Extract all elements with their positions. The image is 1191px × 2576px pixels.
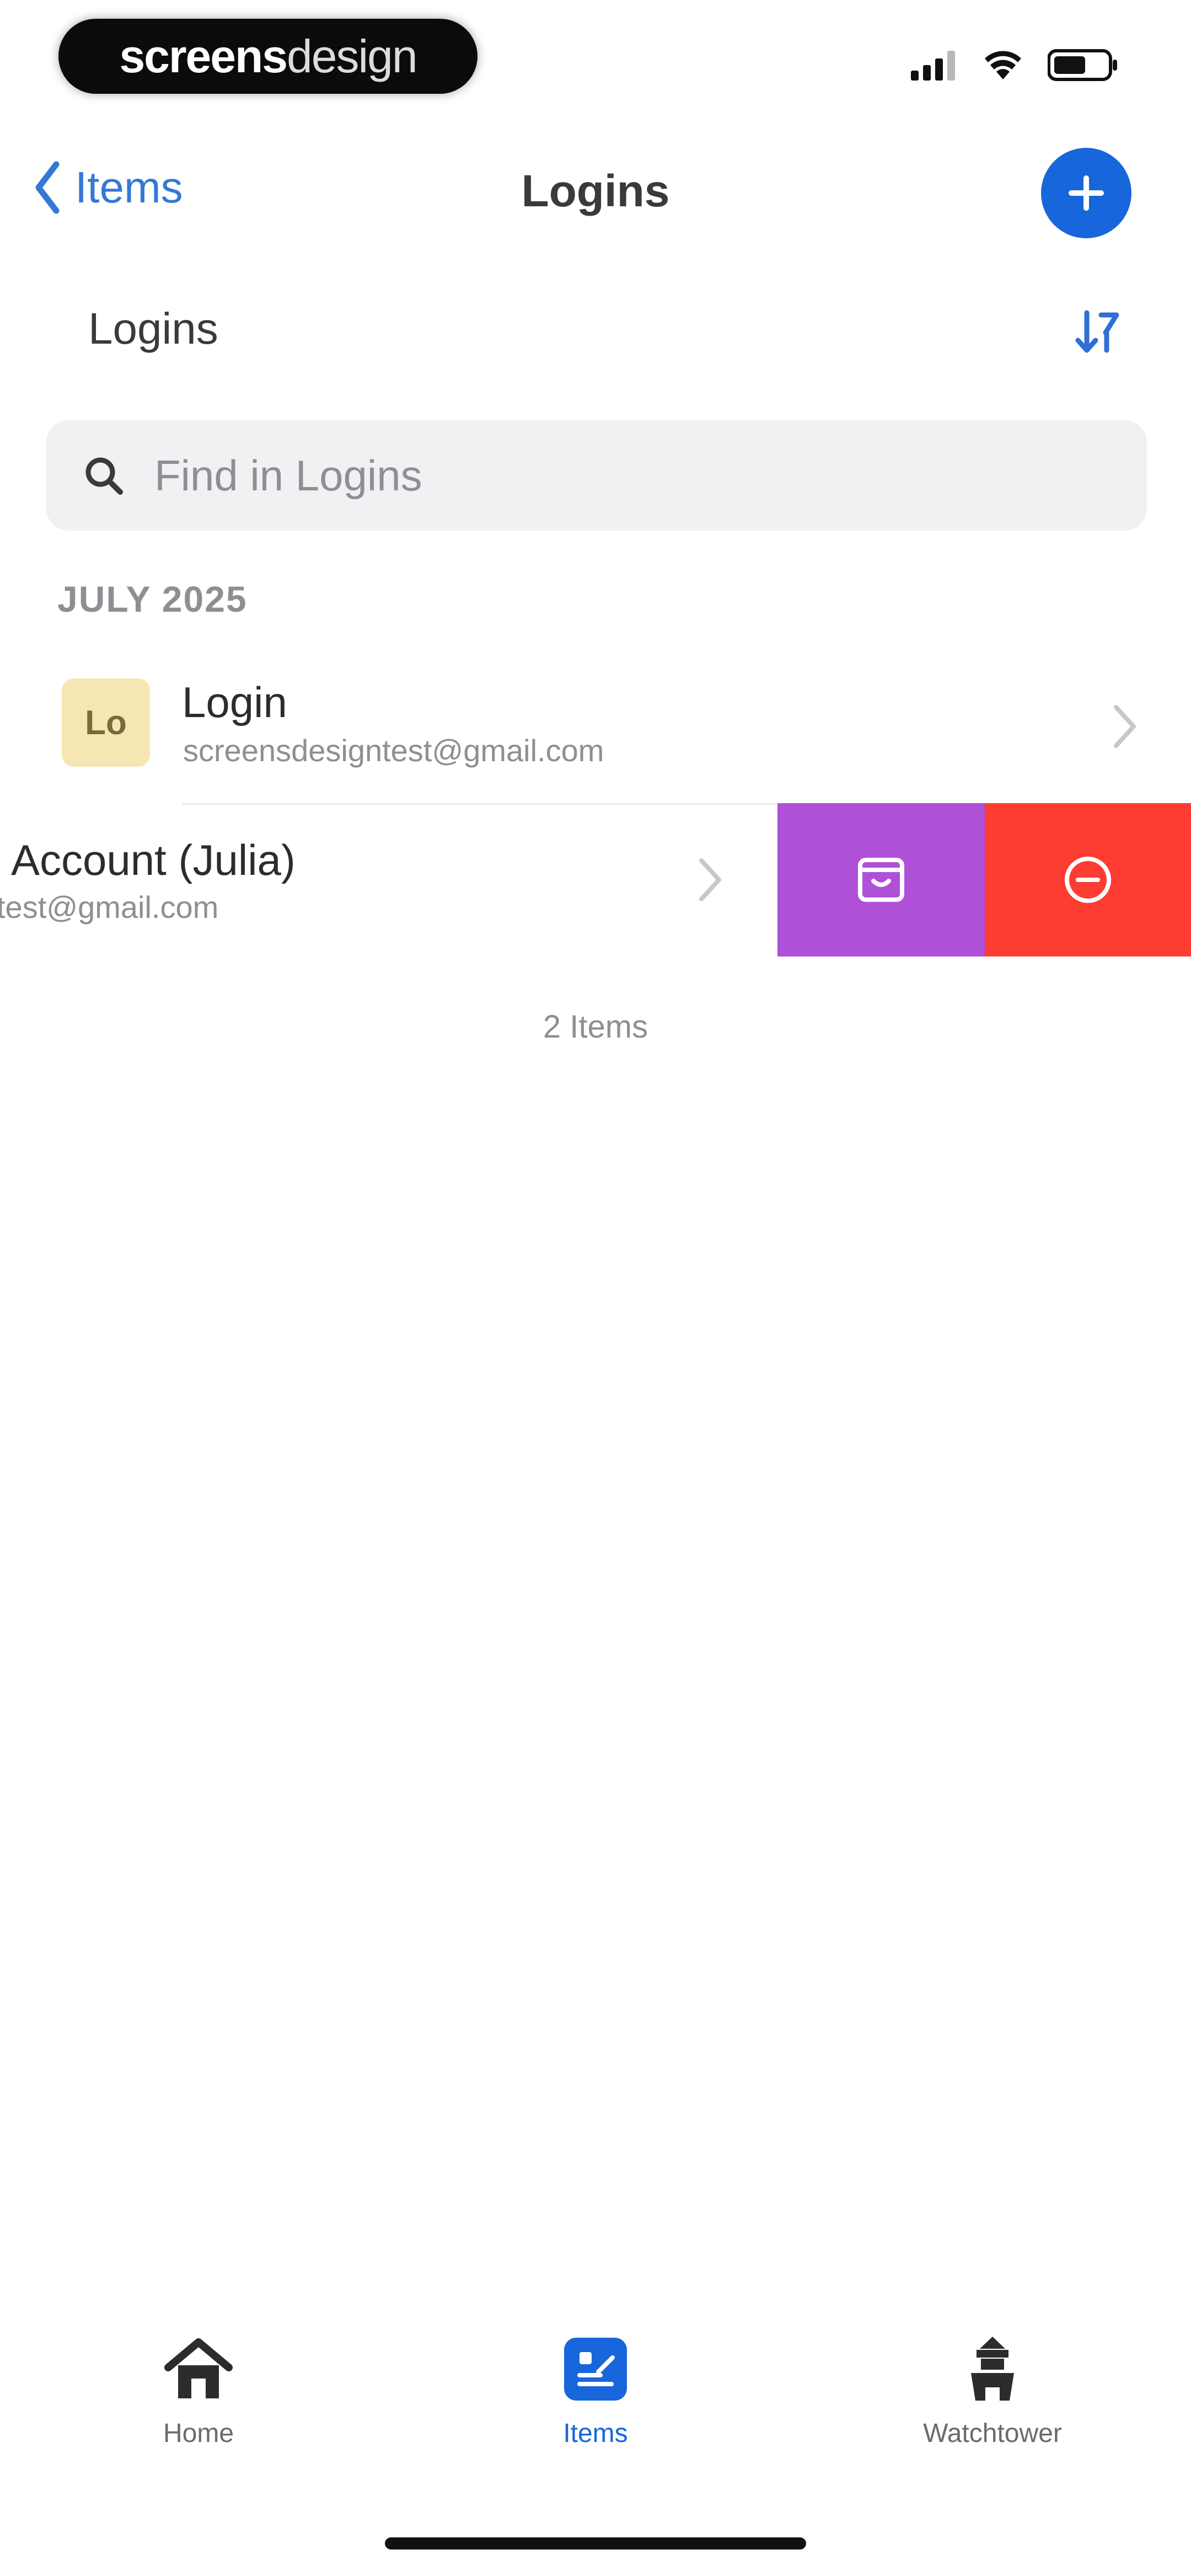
archive-button[interactable]: [777, 803, 985, 956]
search-icon: [76, 448, 131, 503]
search-bar: [46, 420, 1147, 531]
status-icons: [911, 49, 1119, 82]
cellular-signal-icon: [911, 51, 955, 81]
item-title: Login: [182, 678, 287, 726]
tab-items[interactable]: Items: [485, 2333, 706, 2477]
list-item[interactable]: Lo Login screensdesigntest@gmail.com: [0, 651, 1191, 805]
navigation-bar: Items Logins: [0, 132, 1191, 254]
avatar: Lo: [62, 678, 150, 767]
item-subtitle: screensdesigntest@gmail.com: [183, 733, 604, 768]
add-item-button[interactable]: [1041, 148, 1131, 238]
plus-icon: [1069, 175, 1104, 211]
item-title: Account (Julia): [11, 836, 296, 884]
tab-watchtower[interactable]: Watchtower: [882, 2333, 1103, 2477]
search-input[interactable]: [153, 450, 1038, 501]
item-subtitle: test@gmail.com: [0, 890, 219, 924]
archive-icon: [858, 858, 904, 902]
sort-button[interactable]: [1070, 304, 1125, 360]
page-title: Logins: [521, 166, 670, 216]
brand-logo: screens design: [58, 19, 478, 94]
tab-home[interactable]: Home: [88, 2333, 309, 2477]
battery-icon: [1048, 49, 1117, 81]
sort-icon: [1075, 310, 1119, 353]
wifi-icon: [985, 51, 1021, 79]
brand-bold: screens: [119, 30, 288, 82]
items-icon: [564, 2338, 627, 2401]
delete-button[interactable]: [985, 803, 1191, 956]
tab-items-label: Items: [563, 2419, 628, 2448]
brand-light: design: [287, 30, 418, 82]
tab-watchtower-label: Watchtower: [923, 2419, 1062, 2448]
item-count: 2 Items: [543, 1009, 648, 1045]
delete-icon: [1065, 857, 1111, 903]
tab-bar: Home Items Watchtower: [0, 2333, 1191, 2499]
home-indicator: [385, 2537, 806, 2550]
chevron-right-icon: [699, 858, 721, 901]
date-section-header: JULY 2025: [57, 579, 248, 619]
section-title: Logins: [88, 304, 218, 353]
status-bar: screens design: [0, 0, 1191, 110]
tab-home-label: Home: [163, 2419, 234, 2448]
home-icon: [164, 2338, 233, 2398]
chevron-right-icon: [1114, 705, 1136, 748]
list-item-swiped[interactable]: Account (Julia) test@gmail.com: [0, 803, 1191, 956]
section-header: Logins: [0, 292, 1191, 364]
watchtower-icon: [971, 2337, 1014, 2401]
